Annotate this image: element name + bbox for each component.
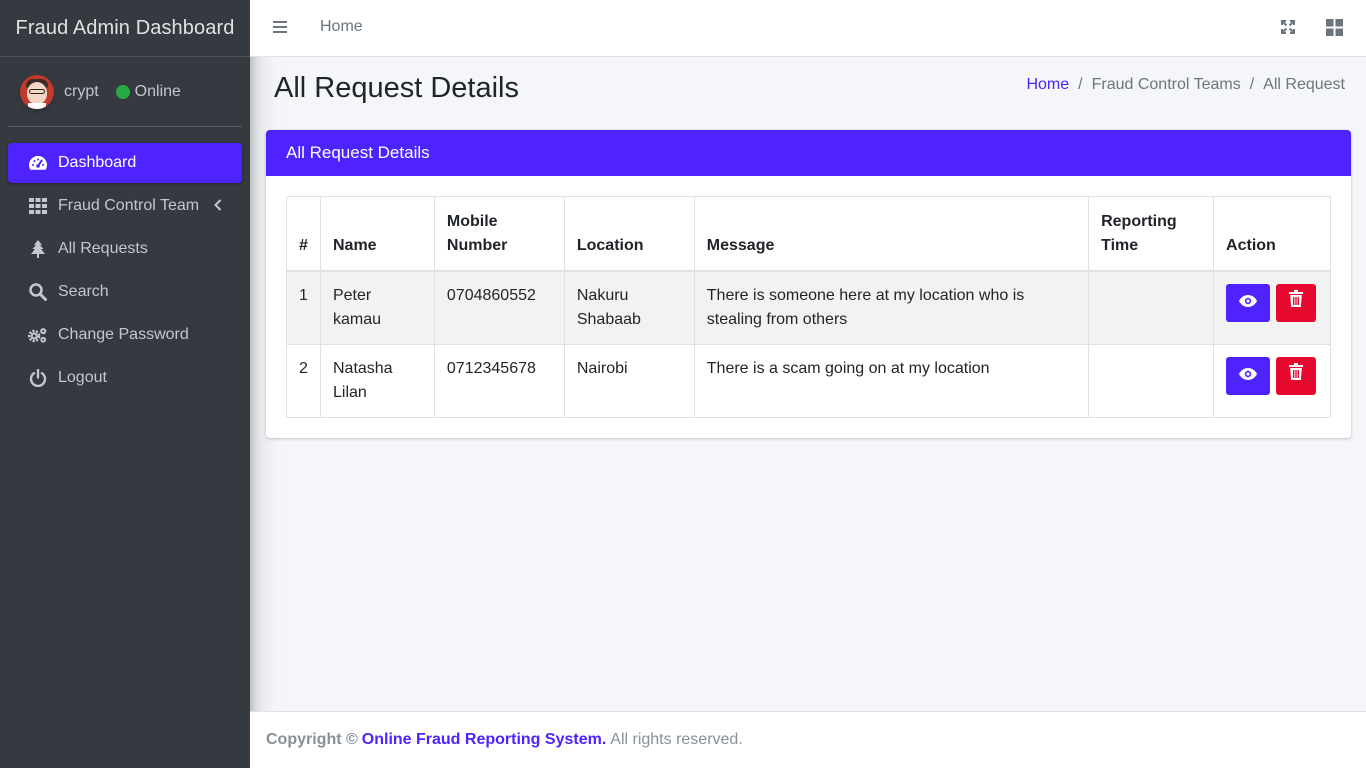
trash-icon	[1289, 363, 1304, 388]
grid-icon[interactable]	[1326, 19, 1343, 36]
sidebar-item-change-password[interactable]: Change Password	[8, 315, 242, 355]
footer: Copyright © Online Fraud Reporting Syste…	[250, 711, 1366, 768]
cell-message: There is someone here at my location who…	[693, 270, 1090, 345]
cell-action	[1213, 343, 1331, 418]
requests-card: All Request Details # Name Mobile Number…	[266, 130, 1351, 438]
column-header-message: Message	[693, 196, 1090, 272]
breadcrumb-separator: /	[1078, 76, 1083, 93]
cell-name: Natasha Lilan	[319, 343, 435, 418]
sidebar-item-label: Fraud Control Team	[58, 197, 200, 214]
breadcrumb-home[interactable]: Home	[1026, 76, 1069, 94]
cell-location: Nakuru Shabaab	[563, 270, 695, 345]
table-header-row: # Name Mobile Number Location Message Re…	[286, 196, 1331, 272]
sidebar-item-label: All Requests	[58, 240, 148, 257]
cell-message: There is a scam going on at my location	[693, 343, 1090, 418]
card-header: All Request Details	[266, 130, 1351, 176]
search-icon	[27, 283, 48, 301]
footer-system-link[interactable]: Online Fraud Reporting System.	[362, 731, 606, 749]
sidebar-item-logout[interactable]: Logout	[8, 358, 242, 398]
column-header-reporting-time: Reporting Time	[1088, 196, 1215, 272]
avatar[interactable]	[20, 74, 54, 109]
view-button[interactable]	[1226, 356, 1271, 395]
gears-icon	[27, 326, 48, 344]
column-header-action: Action	[1213, 196, 1331, 272]
sidebar-item-fraud-control-team[interactable]: Fraud Control Team	[8, 186, 242, 226]
sidebar-item-label: Dashboard	[58, 154, 137, 171]
sidebar-item-label: Change Password	[58, 326, 189, 343]
sidebar-item-search[interactable]: Search	[8, 272, 242, 312]
cell-name: Peter kamau	[319, 270, 435, 345]
column-header-name: Name	[319, 196, 435, 272]
breadcrumb: Home / Fraud Control Teams / All Request	[1026, 76, 1345, 94]
top-navbar: Home	[250, 0, 1366, 57]
column-header-number: #	[286, 196, 321, 272]
cell-mobile: 0704860552	[433, 270, 565, 345]
power-icon	[27, 369, 48, 387]
cell-number: 2	[286, 343, 321, 418]
user-name[interactable]: crypt	[64, 83, 99, 101]
cell-reporting-time	[1088, 343, 1215, 418]
delete-button[interactable]	[1276, 356, 1317, 395]
brand-title: Fraud Admin Dashboard	[15, 16, 235, 39]
eye-icon	[1239, 291, 1258, 315]
tachometer-icon	[27, 154, 48, 172]
card-title: All Request Details	[286, 143, 430, 162]
breadcrumb-current: All Request	[1263, 76, 1345, 93]
cell-reporting-time	[1088, 270, 1215, 345]
tree-icon	[27, 240, 48, 258]
requests-table: # Name Mobile Number Location Message Re…	[286, 196, 1331, 418]
sidebar-item-label: Search	[58, 283, 109, 300]
expand-icon[interactable]	[1280, 19, 1296, 35]
user-panel: crypt Online	[8, 57, 242, 127]
footer-rights: All rights reserved.	[610, 731, 743, 748]
sidebar-item-dashboard[interactable]: Dashboard	[8, 143, 242, 183]
page-title: All Request Details	[274, 72, 519, 104]
footer-copyright: Copyright ©	[266, 731, 358, 748]
view-button[interactable]	[1226, 283, 1271, 322]
hamburger-icon[interactable]	[272, 19, 290, 37]
sidebar-nav: Dashboard Fraud Control Team All Request…	[0, 143, 250, 398]
cell-mobile: 0712345678	[433, 343, 565, 418]
nav-home-link[interactable]: Home	[320, 18, 363, 36]
eye-icon	[1239, 364, 1258, 388]
table-row: 1 Peter kamau 0704860552 Nakuru Shabaab …	[286, 270, 1331, 345]
sidebar-item-label: Logout	[58, 369, 107, 386]
column-header-mobile: Mobile Number	[433, 196, 565, 272]
grid-icon	[27, 197, 48, 215]
breadcrumb-fraud-control-teams: Fraud Control Teams	[1091, 76, 1241, 93]
chevron-left-icon	[214, 198, 222, 216]
column-header-location: Location	[563, 196, 695, 272]
brand-link[interactable]: Fraud Admin Dashboard	[0, 0, 250, 57]
breadcrumb-separator: /	[1249, 76, 1255, 93]
cell-location: Nairobi	[563, 343, 695, 418]
trash-icon	[1289, 290, 1304, 315]
requests-table-wrapper: # Name Mobile Number Location Message Re…	[286, 196, 1331, 418]
user-status: Online	[134, 82, 181, 100]
delete-button[interactable]	[1276, 283, 1317, 322]
cell-action	[1213, 270, 1331, 345]
sidebar: Fraud Admin Dashboard crypt Online Dashb…	[0, 0, 250, 768]
cell-number: 1	[286, 270, 321, 345]
table-row: 2 Natasha Lilan 0712345678 Nairobi There…	[286, 343, 1331, 418]
sidebar-item-all-requests[interactable]: All Requests	[8, 229, 242, 269]
online-status-icon	[115, 84, 130, 99]
